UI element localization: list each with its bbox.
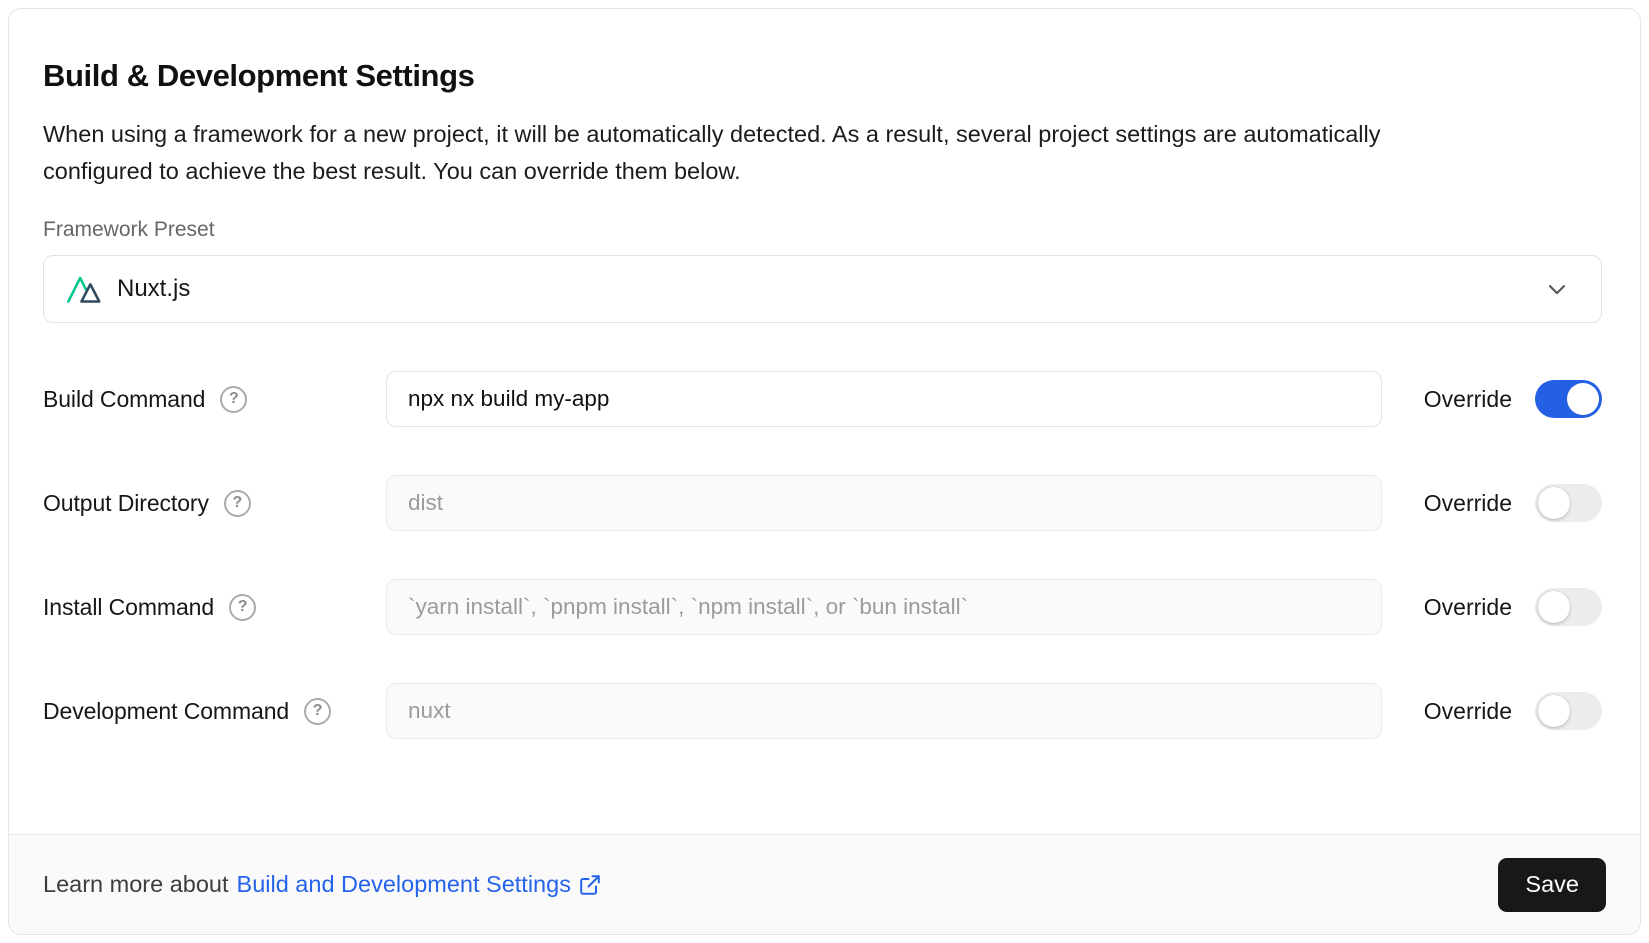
external-link-icon (578, 873, 602, 897)
override-group: Override (1422, 692, 1602, 730)
toggle-knob (1567, 383, 1599, 415)
question-circle-icon[interactable]: ? (220, 386, 247, 413)
settings-description: When using a framework for a new project… (43, 116, 1493, 190)
output-directory-input[interactable] (386, 475, 1382, 531)
install-command-label: Install Command (43, 594, 214, 621)
row-label-wrap: Install Command ? (43, 594, 386, 621)
card-footer: Learn more about Build and Development S… (9, 834, 1640, 934)
toggle-knob (1538, 487, 1570, 519)
override-label: Override (1424, 594, 1512, 621)
development-command-row: Development Command ? Override (43, 683, 1602, 739)
question-circle-icon[interactable]: ? (224, 490, 251, 517)
row-label-wrap: Output Directory ? (43, 490, 386, 517)
install-command-input[interactable] (386, 579, 1382, 635)
override-label: Override (1424, 698, 1512, 725)
question-circle-icon[interactable]: ? (304, 698, 331, 725)
learn-more-prefix: Learn more about (43, 871, 229, 898)
override-label: Override (1424, 490, 1512, 517)
override-label: Override (1424, 386, 1512, 413)
save-button[interactable]: Save (1498, 858, 1606, 912)
override-toggle-install-command[interactable] (1535, 588, 1602, 626)
override-group: Override (1422, 484, 1602, 522)
install-command-row: Install Command ? Override (43, 579, 1602, 635)
framework-selected-value: Nuxt.js (117, 275, 190, 303)
build-command-input[interactable] (386, 371, 1382, 427)
question-circle-icon[interactable]: ? (229, 594, 256, 621)
doc-link-label: Build and Development Settings (237, 871, 571, 898)
learn-more-text: Learn more about Build and Development S… (43, 871, 602, 898)
toggle-knob (1538, 695, 1570, 727)
nuxt-logo-icon (66, 274, 102, 304)
development-command-input[interactable] (386, 683, 1382, 739)
framework-preset-select[interactable]: Nuxt.js (43, 255, 1602, 323)
framework-preset-label: Framework Preset (43, 217, 1602, 243)
settings-main: Build & Development Settings When using … (9, 9, 1640, 834)
build-command-label: Build Command (43, 386, 205, 413)
toggle-knob (1538, 591, 1570, 623)
output-directory-label: Output Directory (43, 490, 209, 517)
build-command-row: Build Command ? Override (43, 371, 1602, 427)
output-directory-row: Output Directory ? Override (43, 475, 1602, 531)
row-label-wrap: Development Command ? (43, 698, 386, 725)
chevron-down-icon (1543, 275, 1571, 303)
row-label-wrap: Build Command ? (43, 386, 386, 413)
override-group: Override (1422, 588, 1602, 626)
build-settings-card: Build & Development Settings When using … (8, 8, 1641, 935)
override-toggle-output-directory[interactable] (1535, 484, 1602, 522)
page-title: Build & Development Settings (43, 58, 1602, 94)
build-settings-doc-link[interactable]: Build and Development Settings (237, 871, 602, 898)
override-group: Override (1422, 380, 1602, 418)
override-toggle-development-command[interactable] (1535, 692, 1602, 730)
override-toggle-build-command[interactable] (1535, 380, 1602, 418)
development-command-label: Development Command (43, 698, 289, 725)
